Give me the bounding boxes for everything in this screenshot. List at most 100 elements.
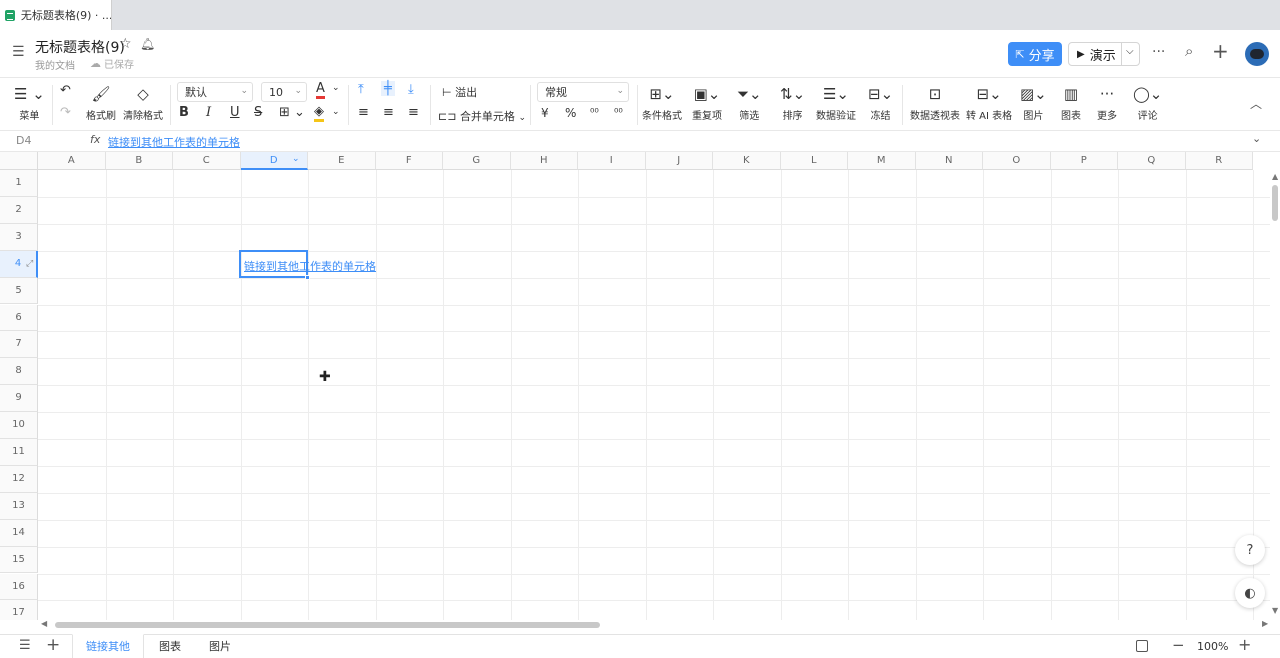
clear-format-button[interactable]: ◇ 清除格式 <box>123 83 163 122</box>
align-right-icon[interactable]: ≡ <box>408 105 419 120</box>
column-header-r[interactable]: R <box>1185 152 1253 170</box>
duplicates-button[interactable]: ▣⌄ 重复项 <box>692 83 722 122</box>
align-center-icon[interactable]: ≡ <box>383 105 394 120</box>
avatar[interactable] <box>1245 42 1269 66</box>
sheet-tab-1[interactable]: 图表 <box>148 635 192 658</box>
chevron-down-icon[interactable]: ⌄ <box>332 107 340 117</box>
row-header-16[interactable]: 16 <box>0 573 38 601</box>
column-menu-chevron-icon[interactable]: ⌄ <box>292 154 300 164</box>
comment-button[interactable]: ◯⌄ 评论 <box>1133 83 1162 122</box>
merge-cells-button[interactable]: ⊏⊐ 合并单元格 ⌄ <box>438 108 526 124</box>
chevron-down-icon[interactable]: ⌄ <box>332 83 340 93</box>
scroll-up-icon[interactable]: ▲ <box>1272 172 1278 181</box>
zoom-out-icon[interactable]: − <box>1172 636 1185 654</box>
fill-color-icon[interactable]: ◈ <box>314 105 324 122</box>
share-button[interactable]: ⇱ 分享 <box>1008 42 1062 66</box>
align-bottom-icon[interactable]: ⤓ <box>408 82 414 97</box>
cell-reference[interactable]: D4 <box>16 134 31 147</box>
row-header-12[interactable]: 12 <box>0 465 38 493</box>
align-left-icon[interactable]: ≡ <box>358 105 369 120</box>
column-header-f[interactable]: F <box>375 152 443 170</box>
row-header-10[interactable]: 10 <box>0 412 38 439</box>
freeze-button[interactable]: ⊟⌄ 冻结 <box>868 83 893 122</box>
spreadsheet-grid[interactable]: A B C D E F G H I J K L M N O P Q R 1 2 3 4 5 6 7 8 9 10 11 12 13 14 15 1… <box>0 152 1270 620</box>
present-button[interactable]: ▶ 演示 ⌵ <box>1068 42 1140 66</box>
format-painter-button[interactable]: 🖌︎ 格式刷 <box>86 83 116 122</box>
column-header-q[interactable]: Q <box>1118 152 1186 170</box>
align-middle-icon[interactable]: ╪ <box>381 81 395 96</box>
zoom-in-icon[interactable]: + <box>1238 635 1251 654</box>
sheet-list-icon[interactable]: ☰ <box>19 638 31 653</box>
fill-handle[interactable] <box>305 275 310 280</box>
borders-icon[interactable]: ⊞ ⌄ <box>279 105 305 120</box>
column-header-i[interactable]: I <box>578 152 646 170</box>
pivot-table-button[interactable]: ⊡ 数据透视表 <box>910 83 960 122</box>
zoom-level[interactable]: 100% <box>1197 640 1228 653</box>
chart-button[interactable]: ▥ 图表 <box>1061 83 1081 122</box>
bell-icon[interactable]: 🔔︎ <box>140 37 155 51</box>
document-title[interactable]: 无标题表格(9) <box>35 37 125 57</box>
row-header-1[interactable]: 1 <box>0 170 38 197</box>
search-icon[interactable]: ⌕ <box>1185 42 1193 60</box>
conditional-format-button[interactable]: ⊞⌄ 条件格式 <box>642 83 682 122</box>
image-button[interactable]: ▨⌄ 图片 <box>1020 83 1047 122</box>
currency-icon[interactable]: ¥ <box>541 106 549 120</box>
scroll-right-icon[interactable]: ▶ <box>1262 619 1268 628</box>
increase-decimal-icon[interactable]: ⁰⁰ <box>614 106 623 119</box>
column-header-h[interactable]: H <box>510 152 578 170</box>
browser-tab[interactable]: 无标题表格(9) · ... <box>0 0 112 30</box>
row-header-5[interactable]: 5 <box>0 277 38 305</box>
expand-row-icon[interactable]: ⤢ <box>26 259 33 269</box>
font-color-icon[interactable]: A <box>316 82 325 99</box>
row-header-9[interactable]: 9 <box>0 385 38 413</box>
chevron-down-icon[interactable]: ⌵ <box>1126 46 1134 57</box>
sidebar-toggle-icon[interactable]: ☰ <box>12 44 25 60</box>
text-overflow-button[interactable]: ⊢ 溢出 <box>442 84 477 100</box>
scroll-left-icon[interactable]: ◀ <box>41 619 47 628</box>
row-header-6[interactable]: 6 <box>0 304 38 332</box>
column-header-e[interactable]: E <box>308 152 376 170</box>
more-button[interactable]: ··· 更多 <box>1097 83 1117 122</box>
collapse-toolbar-icon[interactable]: ︿ <box>1250 95 1262 112</box>
sort-button[interactable]: ⇅⌄ 排序 <box>780 83 805 122</box>
sheet-tab-0[interactable]: 链接其他 <box>72 634 144 658</box>
vertical-scrollbar[interactable] <box>1272 185 1278 221</box>
italic-icon[interactable]: I <box>206 105 211 120</box>
row-header-14[interactable]: 14 <box>0 519 38 547</box>
star-icon[interactable]: ☆ <box>119 36 132 52</box>
underline-icon[interactable]: U <box>230 105 240 120</box>
row-header-2[interactable]: 2 <box>0 196 38 224</box>
sheet-tab-2[interactable]: 图片 <box>198 635 242 658</box>
horizontal-scrollbar[interactable] <box>55 622 600 628</box>
more-options-icon[interactable]: ··· <box>1152 44 1165 60</box>
view-mode-icon[interactable] <box>1136 640 1148 652</box>
row-header-13[interactable]: 13 <box>0 492 38 520</box>
column-header-n[interactable]: N <box>915 152 983 170</box>
chevron-down-icon[interactable]: ⌄ <box>1252 132 1261 145</box>
font-size-select[interactable]: 10 ⌄ <box>261 82 307 102</box>
column-header-b[interactable]: B <box>105 152 173 170</box>
assistant-button[interactable]: ◐ <box>1235 578 1265 608</box>
row-header-8[interactable]: 8 <box>0 358 38 386</box>
number-format-select[interactable]: 常规 ⌄ <box>537 82 629 102</box>
row-header-11[interactable]: 11 <box>0 439 38 466</box>
menu-button[interactable]: ☰ ⌄ 菜单 <box>14 83 45 122</box>
decrease-decimal-icon[interactable]: ⁰⁰ <box>590 106 599 119</box>
redo-icon[interactable]: ↷ <box>60 105 71 120</box>
formula-input[interactable]: 链接到其他工作表的单元格 <box>108 134 240 150</box>
scroll-down-icon[interactable]: ▼ <box>1272 606 1278 615</box>
undo-icon[interactable]: ↶ <box>60 83 71 98</box>
column-header-g[interactable]: G <box>443 152 511 170</box>
row-header-17[interactable]: 17 <box>0 600 38 620</box>
column-header-p[interactable]: P <box>1050 152 1118 170</box>
column-header-a[interactable]: A <box>38 152 106 170</box>
ai-table-button[interactable]: ⊟⌄ 转 AI 表格 <box>966 83 1012 122</box>
help-button[interactable]: ? <box>1235 535 1265 565</box>
row-header-3[interactable]: 3 <box>0 223 38 251</box>
breadcrumb[interactable]: 我的文档 <box>35 57 75 72</box>
row-header-7[interactable]: 7 <box>0 331 38 359</box>
data-validation-button[interactable]: ☰⌄ 数据验证 <box>816 83 856 122</box>
font-family-select[interactable]: 默认 ⌄ <box>177 82 253 102</box>
cell-d4-hyperlink[interactable]: 链接到其他工作表的单元格 <box>244 258 376 274</box>
column-header-o[interactable]: O <box>983 152 1051 170</box>
